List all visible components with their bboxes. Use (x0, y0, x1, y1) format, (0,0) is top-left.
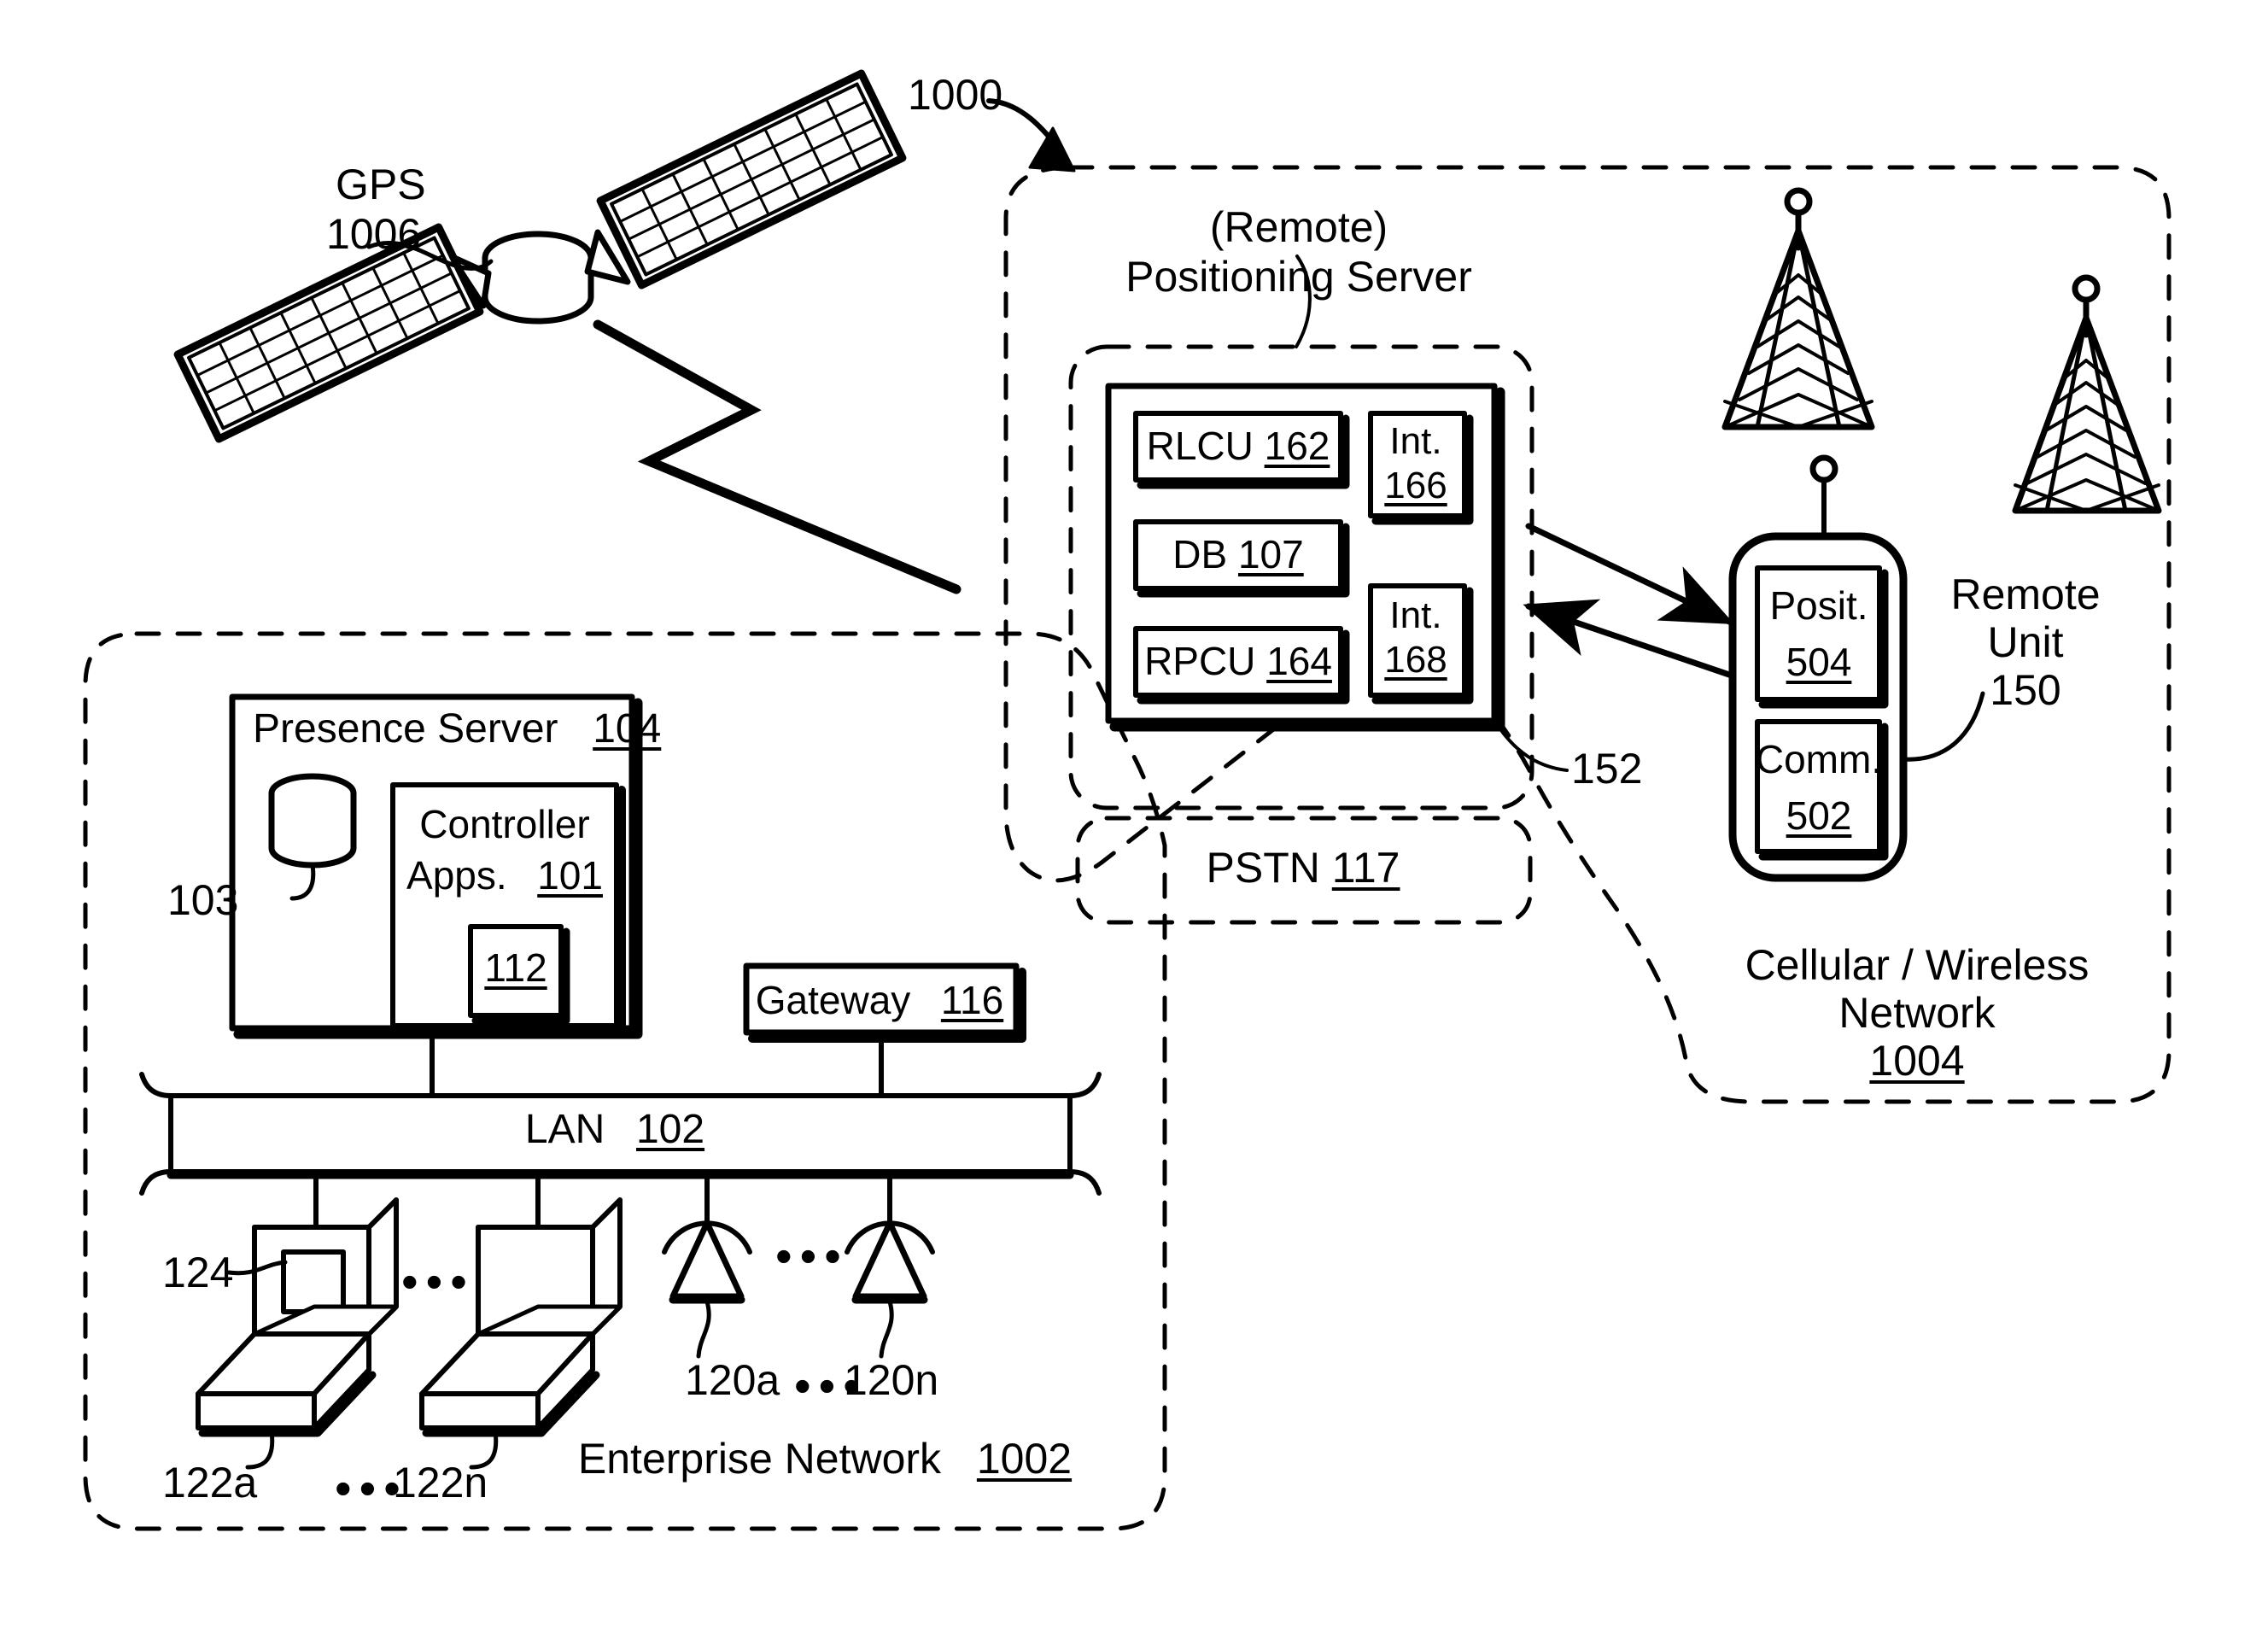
controller-apps-inner-ref: 112 (484, 945, 547, 990)
lan-name: LAN (524, 1107, 605, 1152)
module-db-name: DB (1172, 532, 1228, 576)
cell-tower-left (1721, 187, 1875, 430)
remote-unit-label-line1: Remote (1950, 570, 2101, 618)
gps-label: GPS (336, 161, 426, 208)
gateway-label: Gateway 116 (755, 978, 1004, 1023)
ref-120n-leader (879, 1299, 894, 1359)
controller-apps-line1: Controller (419, 802, 590, 846)
module-rlcu-label: RLCU 162 (1147, 424, 1330, 469)
module-db-ref: 107 (1237, 532, 1304, 576)
module-rpcu-name: RPCU (1144, 639, 1256, 683)
presence-server-ref: 104 (593, 706, 662, 752)
ref-150-leader (1901, 691, 1985, 762)
remote-unit-label-line2: Unit (1987, 618, 2064, 666)
pstn-label: PSTN 117 (1207, 844, 1400, 892)
pstn-name: PSTN (1206, 844, 1320, 892)
lan-ref: 102 (635, 1107, 705, 1152)
patent-figure: 1000 GPS 1006 (Remote) Positioning Serve… (0, 0, 2268, 1638)
interface-166-name: Int. (1389, 420, 1442, 462)
arrow-server-to-unit (1525, 523, 1735, 625)
phone-last-ref: 120n (844, 1356, 939, 1404)
module-rpcu-label: RPCU 164 (1144, 639, 1332, 684)
controller-apps-name: Apps. (406, 853, 507, 898)
positioning-server-inner-ref: 152 (1571, 745, 1643, 793)
remote-unit-posit-ref: 504 (1786, 640, 1852, 684)
interface-166-ref: 166 (1384, 465, 1447, 506)
gps-signal-bolt (593, 319, 962, 594)
phone-120a (662, 1220, 752, 1359)
cellular-network-ref: 1004 (1869, 1037, 1965, 1085)
laptop-first-ref: 122a (162, 1459, 258, 1506)
cell-tower-right (2012, 274, 2162, 514)
remote-unit-comm-ref: 502 (1786, 793, 1852, 838)
arrow-unit-to-server (1523, 599, 1733, 678)
module-db-label: DB 107 (1172, 532, 1304, 577)
laptop-last-ref: 122n (393, 1459, 488, 1506)
remote-unit-handset (1728, 454, 1985, 882)
phone-gap-ellipsis: ••• (775, 1229, 849, 1283)
screen-ref-124: 124 (162, 1249, 234, 1296)
phone-first-ref: 120a (685, 1356, 780, 1404)
gps-ref: 1006 (326, 210, 422, 258)
enterprise-network-ref: 1002 (976, 1435, 1073, 1483)
remote-unit-comm-name: Comm. (1755, 737, 1883, 781)
lan-label: LAN 102 (525, 1107, 704, 1153)
enterprise-network-label: Enterprise Network 1002 (578, 1435, 1072, 1483)
enterprise-network-name: Enterprise Network (577, 1435, 942, 1483)
figure-ref-1000: 1000 (908, 71, 1003, 119)
controller-apps-line2: Apps. 101 (406, 853, 603, 898)
module-rpcu-ref: 164 (1266, 639, 1332, 683)
laptop-122n (419, 1197, 623, 1470)
cellular-network-line2: Network (1838, 989, 1996, 1037)
laptop-122a (196, 1197, 399, 1470)
presence-server-name: Presence Server (253, 706, 558, 752)
remote-unit-ref: 150 (1990, 666, 2061, 714)
controller-apps-ref: 101 (537, 853, 603, 898)
gps-satellite (173, 69, 907, 443)
cellular-network-line1: Cellular / Wireless (1745, 941, 2090, 989)
pstn-ref: 117 (1331, 844, 1400, 892)
positioning-server-title-line2: Positioning Server (1125, 253, 1472, 301)
positioning-server-title-line1: (Remote) (1209, 203, 1388, 251)
module-rlcu-ref: 162 (1264, 424, 1330, 468)
presence-server-label: Presence Server 104 (253, 706, 661, 752)
phone-120n (845, 1220, 935, 1359)
database-ref: 103 (167, 876, 239, 924)
gateway-ref: 116 (940, 978, 1004, 1022)
ref-120a-leader (696, 1299, 711, 1359)
remote-unit-posit-name: Posit. (1769, 583, 1868, 628)
laptop-gap-ellipsis: ••• (401, 1255, 475, 1308)
interface-168-ref: 168 (1384, 639, 1447, 681)
module-rlcu-name: RLCU (1146, 424, 1254, 468)
interface-168-name: Int. (1389, 594, 1442, 636)
gateway-name: Gateway (755, 978, 911, 1022)
